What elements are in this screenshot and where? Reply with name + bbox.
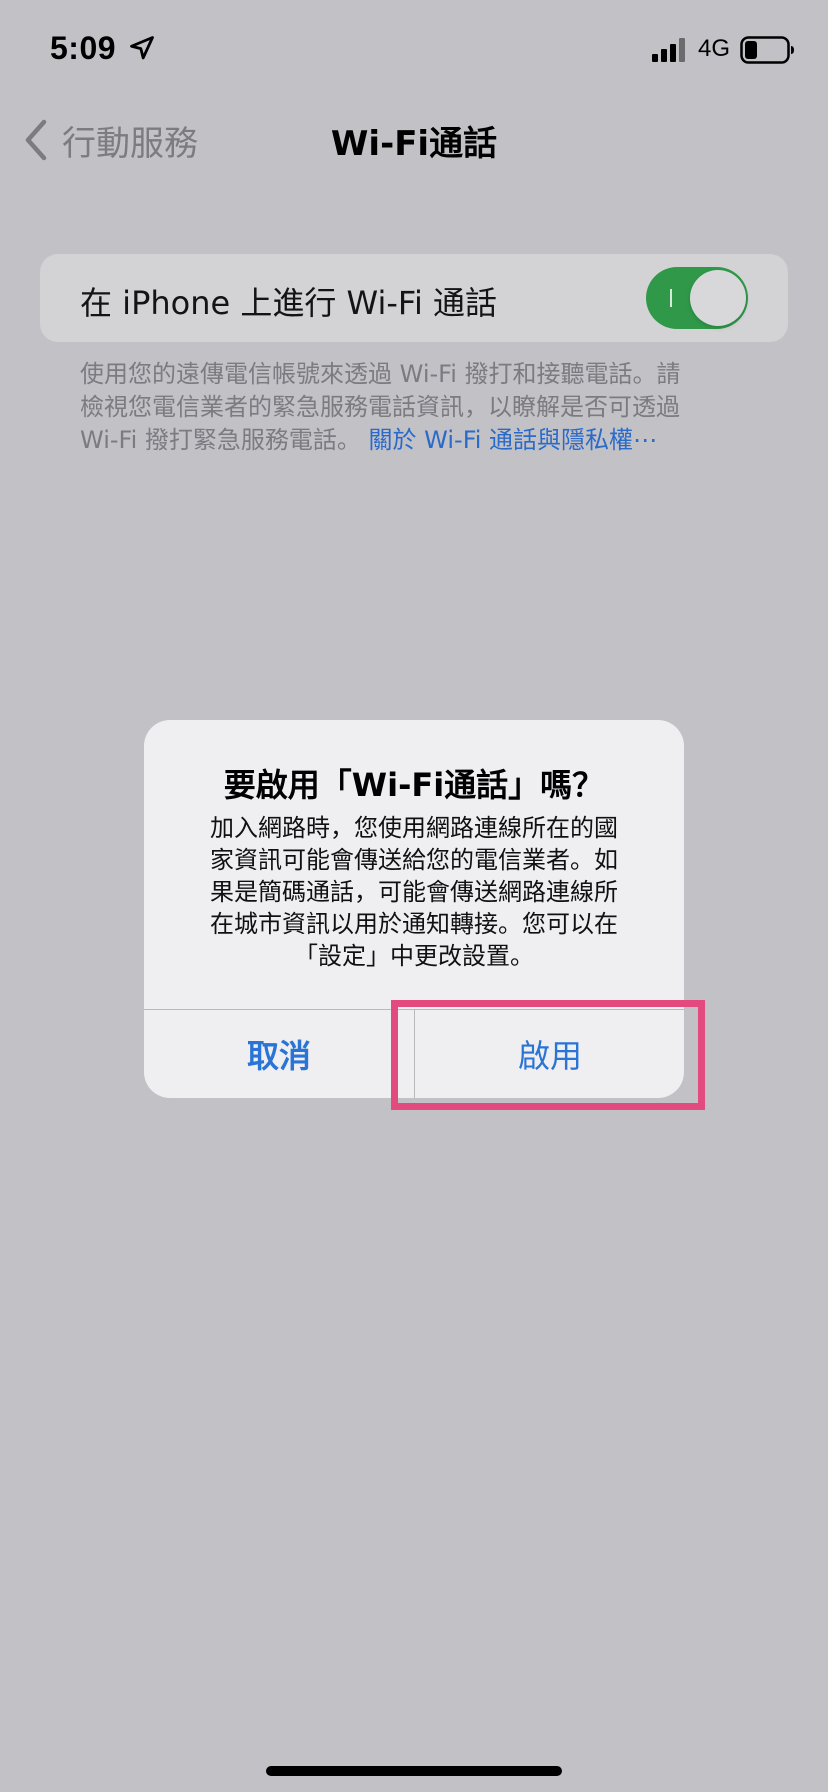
footer-line-text: Wi-Fi 撥打緊急服務電話。 — [80, 426, 361, 454]
network-label: 4G — [698, 35, 731, 62]
wifi-calling-cell: 在 iPhone 上進行 Wi-Fi 通話 — [40, 254, 788, 342]
cellular-signal-icon — [652, 38, 685, 62]
alert-message-line: 在城市資訊以用於通知轉接。您可以在 — [210, 910, 618, 938]
alert-message: 加入網路時，您使用網路連線所在的國 家資訊可能會傳送給您的電信業者。如 果是簡碼… — [174, 812, 654, 972]
footer-line-last: Wi-Fi 撥打緊急服務電話。 關於 Wi-Fi 通話與隱私權⋯ — [80, 424, 760, 457]
toggle-on-mark — [670, 289, 672, 307]
alert-title: 要啟用「Wi-Fi通話」嗎？ — [223, 766, 605, 804]
location-arrow-icon — [130, 36, 154, 60]
toggle-knob — [690, 270, 746, 326]
alert-message-line: 果是簡碼通話，可能會傳送網路連線所 — [210, 878, 618, 906]
wifi-calling-toggle[interactable] — [646, 267, 748, 329]
battery-icon — [740, 36, 794, 64]
home-indicator[interactable] — [266, 1766, 562, 1776]
footer-line: 使用您的遠傳電信帳號來透過 Wi-Fi 撥打和接聽電話。請 — [80, 360, 681, 388]
alert-message-line: 家資訊可能會傳送給您的電信業者。如 — [210, 846, 618, 874]
enable-button-highlight — [391, 1000, 705, 1110]
status-time: 5:09 — [50, 30, 117, 66]
footer-line: 檢視您電信業者的緊急服務電話資訊，以瞭解是否可透過 — [80, 393, 680, 421]
privacy-link[interactable]: 關於 Wi-Fi 通話與隱私權⋯ — [369, 426, 658, 454]
alert-message-line: 加入網路時，您使用網路連線所在的國 — [210, 814, 618, 842]
wifi-calling-label: 在 iPhone 上進行 Wi-Fi 通話 — [80, 284, 498, 322]
alert-message-line: 「設定」中更改設置。 — [294, 942, 534, 970]
screen: 5:09 4G 行動服務 Wi-Fi通話 在 iPhone 上進行 Wi-Fi … — [0, 0, 828, 1792]
wifi-calling-footer: 使用您的遠傳電信帳號來透過 Wi-Fi 撥打和接聽電話。請 檢視您電信業者的緊急… — [80, 358, 760, 457]
page-title: Wi-Fi通話 — [330, 124, 498, 164]
cancel-button[interactable]: 取消 — [144, 1010, 414, 1098]
